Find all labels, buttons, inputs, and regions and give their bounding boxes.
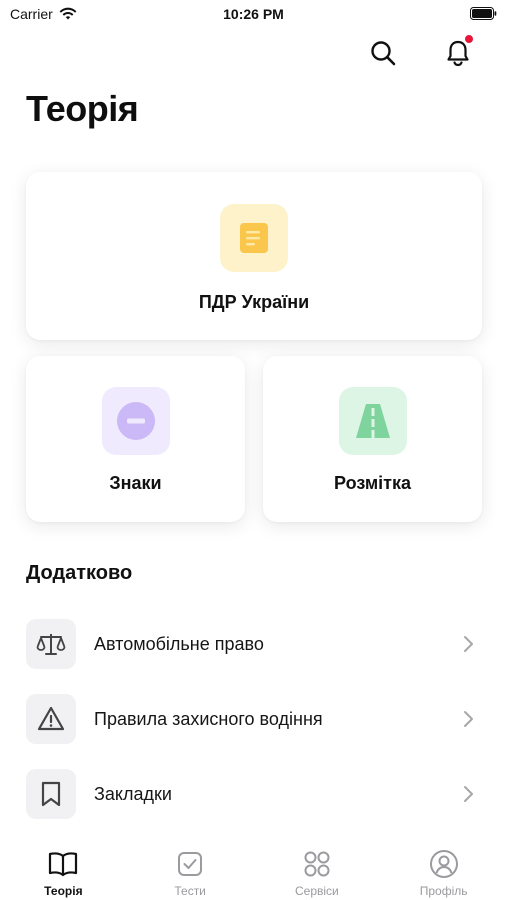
tab-services[interactable]: Сервіси [254, 836, 381, 900]
section-title-additional: Додатково [26, 562, 133, 584]
warning-icon [37, 706, 65, 731]
bookmark-icon [41, 781, 61, 807]
scales-icon [36, 634, 66, 655]
signs-card-label: Знаки [109, 473, 162, 493]
markings-card-label: Розмітка [334, 473, 411, 493]
pdr-icon-box [220, 204, 288, 272]
pdr-card[interactable]: ПДР України [26, 172, 482, 340]
chevron-right-icon [458, 709, 478, 729]
status-bar: Carrier 10:26 PM [0, 0, 507, 30]
tab-theory[interactable]: Теорія [0, 836, 127, 900]
tab-profile[interactable]: Профіль [380, 836, 507, 900]
tab-label: Теорія [44, 884, 83, 898]
notification-badge-dot [465, 35, 473, 43]
car-law-icon-box [26, 619, 76, 669]
chevron-right-icon [458, 634, 478, 654]
bookmarks-icon-box [26, 769, 76, 819]
page-title: Теорія [26, 88, 139, 129]
list-item-defensive-driving[interactable]: Правила захисного водіння [26, 693, 482, 745]
list-item-label: Автомобільне право [94, 633, 264, 654]
search-icon [371, 41, 396, 66]
search-button[interactable] [365, 35, 401, 71]
grid-icon [301, 848, 333, 880]
battery-icon [470, 7, 497, 25]
markings-card[interactable]: Розмітка [263, 356, 482, 522]
list-item-bookmarks[interactable]: Закладки [26, 768, 482, 820]
book-icon [47, 848, 79, 880]
notifications-button[interactable] [440, 35, 476, 71]
signs-icon-box [101, 387, 170, 455]
profile-icon [428, 848, 460, 880]
tab-label: Сервіси [294, 884, 339, 898]
road-icon [355, 404, 390, 438]
markings-icon-box [338, 387, 407, 455]
defensive-driving-icon-box [26, 694, 76, 744]
list-item-label: Правила захисного водіння [94, 708, 323, 729]
tab-tests[interactable]: Тести [127, 836, 254, 900]
pdr-card-label: ПДР України [198, 292, 310, 312]
signs-card[interactable]: Знаки [26, 356, 245, 522]
minus-circle-icon [116, 402, 155, 440]
list-item-label: Закладки [94, 783, 172, 804]
document-icon [240, 223, 268, 253]
tab-bar: Теорія Тести Сервіси Профіль [0, 836, 507, 900]
theory-screen: Carrier 10:26 PM Теорія ПДР України Знак… [0, 0, 507, 900]
list-item-car-law[interactable]: Автомобільне право [26, 618, 482, 670]
tab-label: Профіль [419, 884, 468, 898]
chevron-right-icon [458, 784, 478, 804]
checkbox-icon [174, 848, 206, 880]
status-time: 10:26 PM [223, 6, 284, 22]
tab-label: Тести [174, 884, 206, 898]
